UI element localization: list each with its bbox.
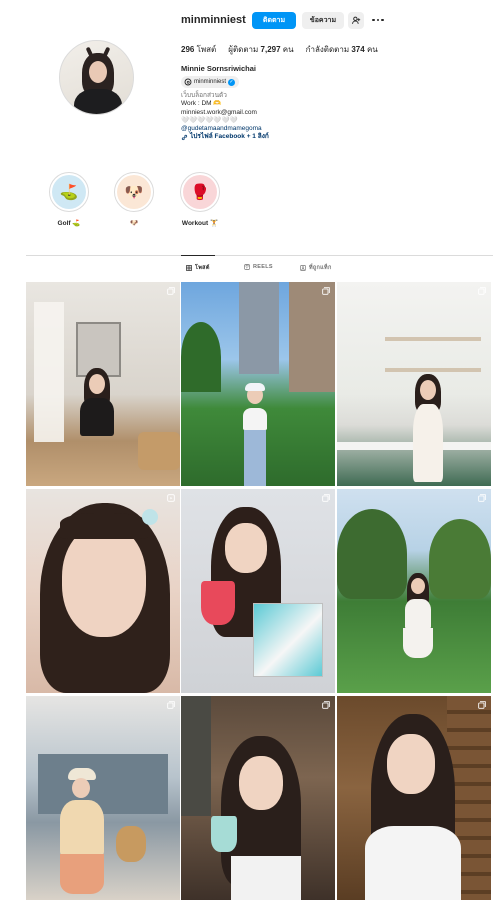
profile-links[interactable]: ไปรไฟล์ Facebook + 1 ลิงก์ [181, 133, 269, 141]
profile-stats: 296 โพสต์ ผู้ติดตาม 7,297 คน กำลังติดตาม… [181, 43, 378, 56]
verified-icon: ✓ [228, 78, 236, 86]
profile-avatar[interactable] [59, 40, 134, 115]
following-stat[interactable]: กำลังติดตาม 374 คน [306, 43, 378, 56]
palm-tree [181, 322, 221, 392]
profile-username: minminniest [181, 14, 246, 26]
profile-bio: เว็บบล็อกส่วนตัว Work : DM 🫶 minniest.wo… [181, 92, 269, 142]
carousel-icon [478, 494, 486, 502]
threads-handle: minminniest [194, 79, 227, 85]
tab-reels[interactable]: REELS [244, 264, 273, 270]
shelf [385, 337, 481, 341]
carousel-icon [167, 287, 175, 295]
carousel-icon [322, 494, 330, 502]
highlight-dog[interactable]: 🐶 🐶 [114, 172, 154, 227]
suggested-users-button[interactable] [348, 12, 364, 29]
post-thumbnail[interactable] [181, 696, 335, 900]
dog-icon: 🐶 [117, 175, 151, 209]
profile-full-name: Minnie Sornsriwichai [181, 64, 257, 73]
carousel-icon [322, 701, 330, 709]
carousel-icon [478, 701, 486, 709]
bio-line: minniest.work@gmail.com [181, 108, 257, 116]
avatar-face [89, 61, 107, 83]
post-thumbnail[interactable] [26, 696, 180, 900]
shelf [385, 368, 481, 372]
iced-drink [211, 816, 237, 852]
bangs [60, 513, 148, 539]
reel-icon [167, 494, 175, 502]
highlight-ring: ⛳ [49, 172, 89, 212]
link-icon [181, 134, 188, 141]
wall-panel [181, 696, 211, 816]
book-cover [253, 603, 323, 677]
grid-icon [186, 265, 192, 271]
profile-links-label: ไปรไฟล์ Facebook + 1 ลิงก์ [190, 133, 269, 141]
highlight-workout[interactable]: 🥊 Workout 🏋 [180, 172, 220, 227]
more-options-icon[interactable] [371, 13, 385, 27]
post-thumbnail[interactable] [337, 489, 491, 693]
profile-category: เว็บบล็อกส่วนตัว [181, 92, 227, 99]
tree [337, 509, 407, 599]
post-thumbnail[interactable] [337, 696, 491, 900]
building [239, 282, 279, 374]
post-thumbnail[interactable] [337, 282, 491, 486]
white-knit-top [365, 826, 461, 900]
message-button[interactable]: ข้อความ [302, 12, 344, 29]
posts-count-stat: 296 โพสต์ [181, 45, 217, 54]
hair-clip [142, 509, 158, 525]
bio-line: Work : DM 🫶 [181, 100, 222, 108]
handbag [116, 826, 146, 862]
post-thumbnail[interactable] [26, 282, 180, 486]
tab-tagged[interactable]: ที่ถูกแท็ก [300, 264, 332, 272]
face [387, 734, 435, 794]
white-top [231, 856, 301, 900]
bio-line: 🤍🤍🤍🤍🤍🤍🤍 [181, 116, 238, 124]
tab-posts[interactable]: โพสต์ [186, 264, 210, 272]
post-thumbnail[interactable] [181, 489, 335, 693]
highlight-golf[interactable]: ⛳ Golf ⛳ [49, 172, 89, 227]
follow-button[interactable]: ติดตาม [252, 12, 296, 29]
rattan-table [138, 432, 180, 470]
highlight-ring: 🥊 [180, 172, 220, 212]
threads-icon [184, 78, 192, 86]
active-tab-indicator [181, 255, 215, 256]
followers-stat[interactable]: ผู้ติดตาม 7,297 คน [228, 43, 293, 56]
building [289, 282, 335, 392]
red-drink [201, 581, 235, 625]
face [239, 756, 283, 810]
tree [429, 519, 491, 599]
golf-flag-icon: ⛳ [52, 175, 86, 209]
curtain [34, 302, 64, 442]
boxing-glove-icon: 🥊 [183, 175, 217, 209]
carousel-icon [322, 287, 330, 295]
carousel-icon [167, 701, 175, 709]
highlight-label: Golf ⛳ [57, 220, 81, 227]
add-user-icon [351, 16, 360, 24]
face [225, 523, 267, 573]
tabs-divider [26, 255, 493, 256]
face [62, 525, 146, 637]
highlight-label: 🐶 [129, 220, 139, 227]
avatar-outfit [74, 89, 122, 114]
post-thumbnail[interactable] [26, 489, 180, 693]
reels-icon [244, 264, 250, 270]
tagged-icon [300, 265, 306, 271]
threads-badge[interactable]: minminniest ✓ [181, 76, 240, 88]
post-thumbnail[interactable] [181, 282, 335, 486]
highlight-label: Workout 🏋 [181, 220, 219, 227]
carousel-icon [478, 287, 486, 295]
window-view [38, 754, 168, 814]
highlight-ring: 🐶 [114, 172, 154, 212]
